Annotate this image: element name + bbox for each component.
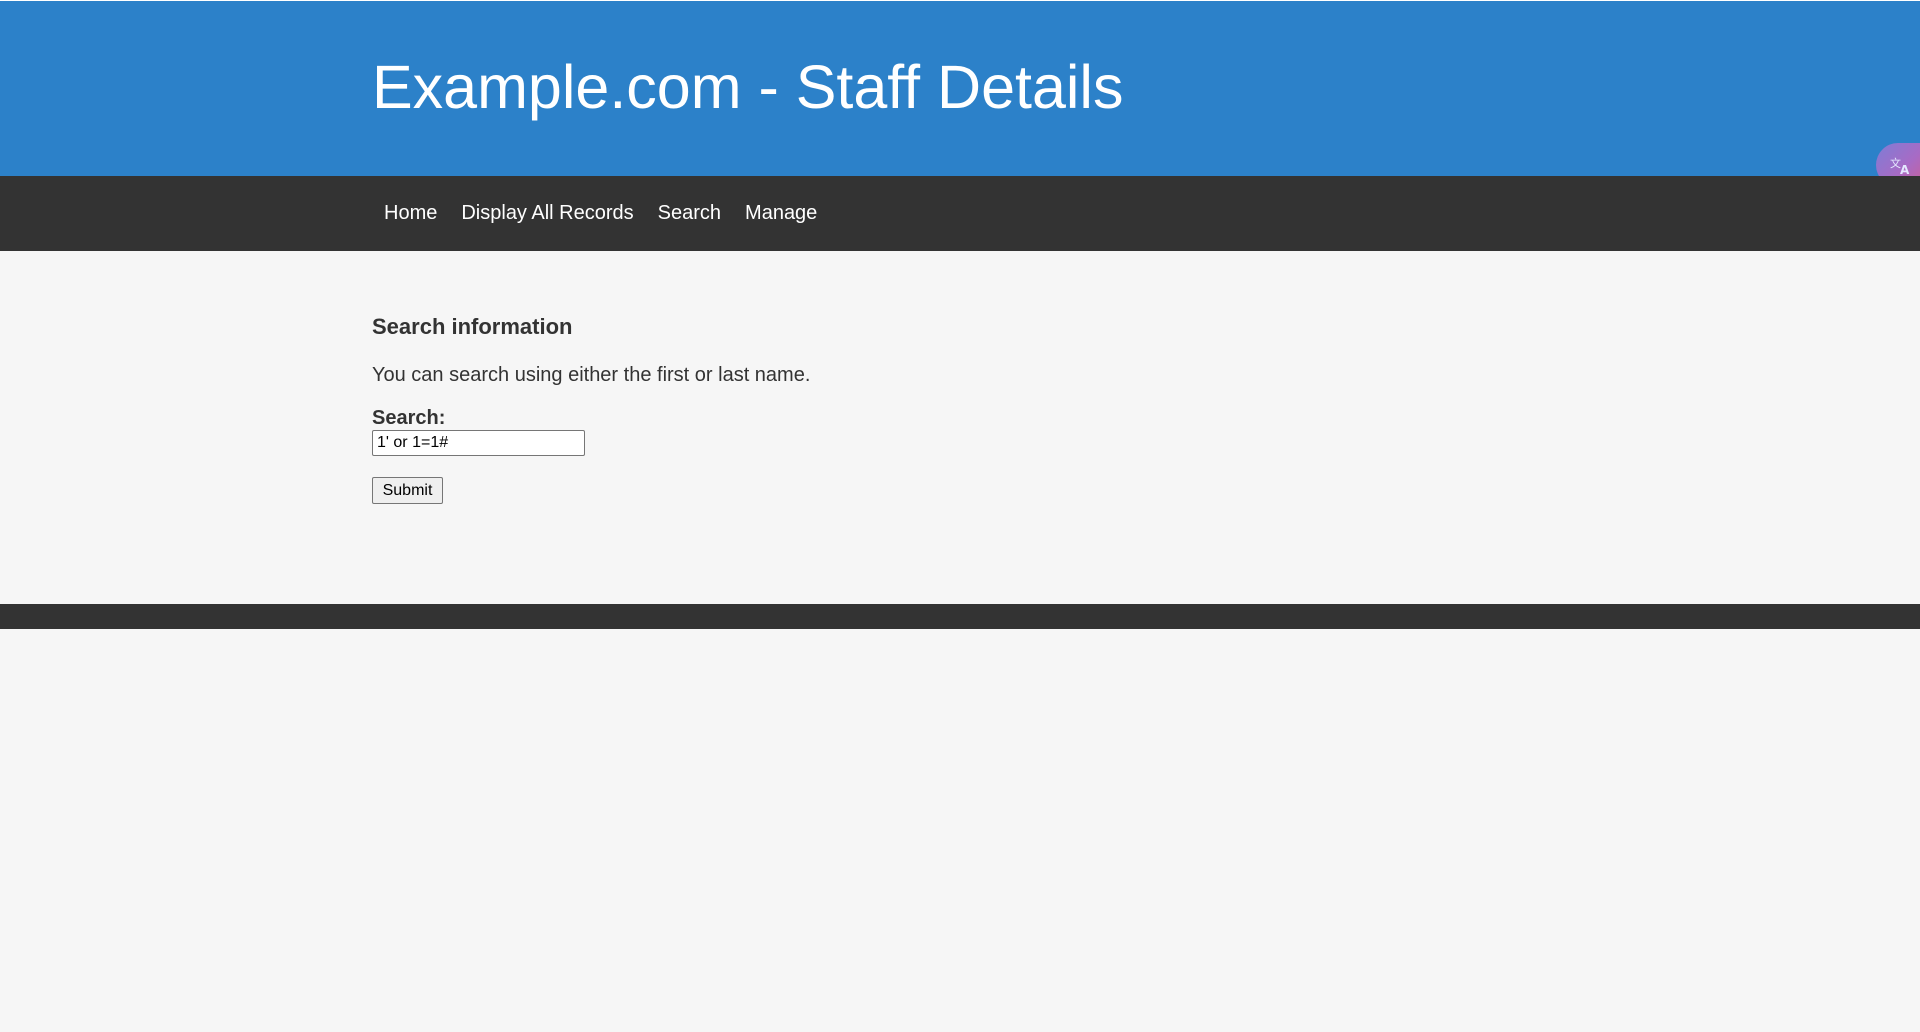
nav-link-search[interactable]: Search <box>646 176 733 251</box>
nav-list: Home Display All Records Search Manage <box>372 176 829 251</box>
section-heading: Search information <box>372 314 573 339</box>
nav-item-display-all-records: Display All Records <box>449 176 645 251</box>
page-footer <box>0 604 1920 629</box>
main-navigation: Home Display All Records Search Manage <box>0 176 1920 251</box>
search-label: Search: <box>372 407 446 429</box>
nav-link-manage[interactable]: Manage <box>733 176 829 251</box>
search-input[interactable] <box>372 430 585 456</box>
nav-item-manage: Manage <box>733 176 829 251</box>
nav-item-home: Home <box>372 176 449 251</box>
translate-icon: 文 A <box>1890 156 1910 177</box>
intro-text: You can search using either the first or… <box>372 364 811 386</box>
nav-link-home[interactable]: Home <box>372 176 449 251</box>
site-header: Example.com - Staff Details <box>0 0 1920 176</box>
nav-item-search: Search <box>646 176 733 251</box>
site-title: Example.com - Staff Details <box>372 53 1124 121</box>
svg-text:A: A <box>1900 163 1910 177</box>
nav-link-display-all-records[interactable]: Display All Records <box>449 176 645 251</box>
submit-button[interactable]: Submit <box>372 477 443 504</box>
